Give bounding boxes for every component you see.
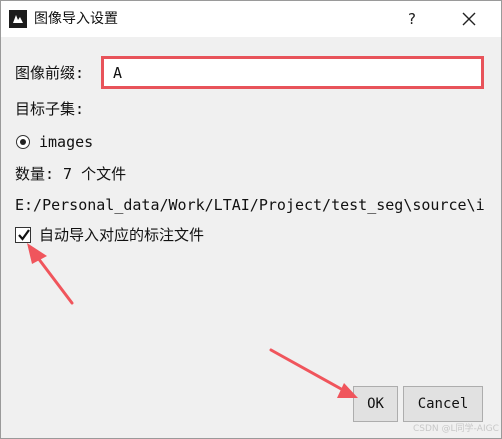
radio-selected-icon <box>20 139 26 145</box>
help-button[interactable]: ? <box>394 4 430 34</box>
subset-option-label[interactable]: images <box>39 132 93 152</box>
cancel-button[interactable]: Cancel <box>403 386 483 422</box>
dialog-title: 图像导入设置 <box>34 11 118 27</box>
auto-import-checkbox[interactable] <box>15 227 31 243</box>
prefix-label: 图像前缀: <box>15 64 85 82</box>
source-path-label: E:/Personal_data/Work/LTAI/Project/test_… <box>15 196 485 214</box>
app-logo-icon <box>9 10 27 28</box>
watermark: CSDN @L同学-AIGC <box>413 424 499 434</box>
ok-button[interactable]: OK <box>353 386 398 422</box>
checkmark-icon <box>18 229 30 241</box>
annotation-arrow-checkbox <box>27 243 74 305</box>
import-settings-dialog: 图像导入设置 ? 图像前缀: 目标子集: images 数量: 7 个文件 E:… <box>0 0 502 439</box>
file-count-label: 数量: 7 个文件 <box>15 165 127 183</box>
title-bar[interactable]: 图像导入设置 ? <box>1 1 501 37</box>
close-button[interactable] <box>451 4 487 34</box>
close-icon <box>462 12 476 26</box>
subset-radio-images[interactable] <box>16 135 30 149</box>
auto-import-label[interactable]: 自动导入对应的标注文件 <box>39 225 204 245</box>
subset-label: 目标子集: <box>15 100 85 118</box>
prefix-input[interactable] <box>101 56 484 89</box>
annotation-arrow-ok <box>269 348 358 398</box>
